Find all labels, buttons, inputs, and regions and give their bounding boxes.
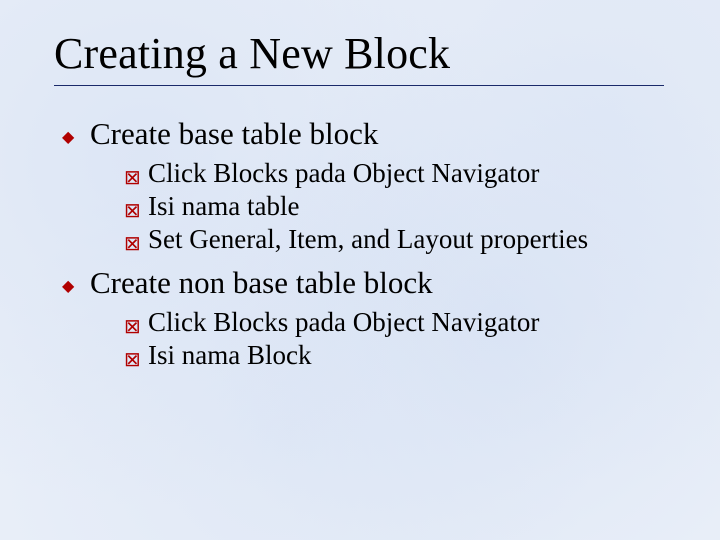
sub-bullet-text: Click Blocks pada Object Navigator [148, 158, 539, 189]
sub-bullet-text: Set General, Item, and Layout properties [148, 224, 588, 255]
bullet-level1: ◆ Create non base table block [62, 265, 666, 301]
sub-bullet-text: Isi nama Block [148, 340, 311, 371]
bullet-level2: ⊠ Set General, Item, and Layout properti… [124, 224, 666, 255]
box-x-bullet-icon: ⊠ [124, 350, 148, 370]
sub-bullet-group: ⊠ Click Blocks pada Object Navigator ⊠ I… [124, 307, 666, 371]
bullet-level2: ⊠ Isi nama table [124, 191, 666, 222]
slide-body: ◆ Create base table block ⊠ Click Blocks… [54, 116, 666, 371]
bullet-level2: ⊠ Click Blocks pada Object Navigator [124, 307, 666, 338]
diamond-bullet-icon: ◆ [62, 130, 90, 146]
sub-bullet-text: Click Blocks pada Object Navigator [148, 307, 539, 338]
sub-bullet-group: ⊠ Click Blocks pada Object Navigator ⊠ I… [124, 158, 666, 255]
slide-title: Creating a New Block [54, 28, 666, 79]
slide: Creating a New Block ◆ Create base table… [0, 0, 720, 421]
bullet-level2: ⊠ Click Blocks pada Object Navigator [124, 158, 666, 189]
bullet-level1: ◆ Create base table block [62, 116, 666, 152]
box-x-bullet-icon: ⊠ [124, 234, 148, 254]
sub-bullet-text: Isi nama table [148, 191, 299, 222]
bullet-text: Create non base table block [90, 265, 433, 301]
box-x-bullet-icon: ⊠ [124, 317, 148, 337]
box-x-bullet-icon: ⊠ [124, 201, 148, 221]
title-underline [54, 85, 664, 86]
bullet-level2: ⊠ Isi nama Block [124, 340, 666, 371]
box-x-bullet-icon: ⊠ [124, 168, 148, 188]
bullet-text: Create base table block [90, 116, 378, 152]
diamond-bullet-icon: ◆ [62, 279, 90, 295]
